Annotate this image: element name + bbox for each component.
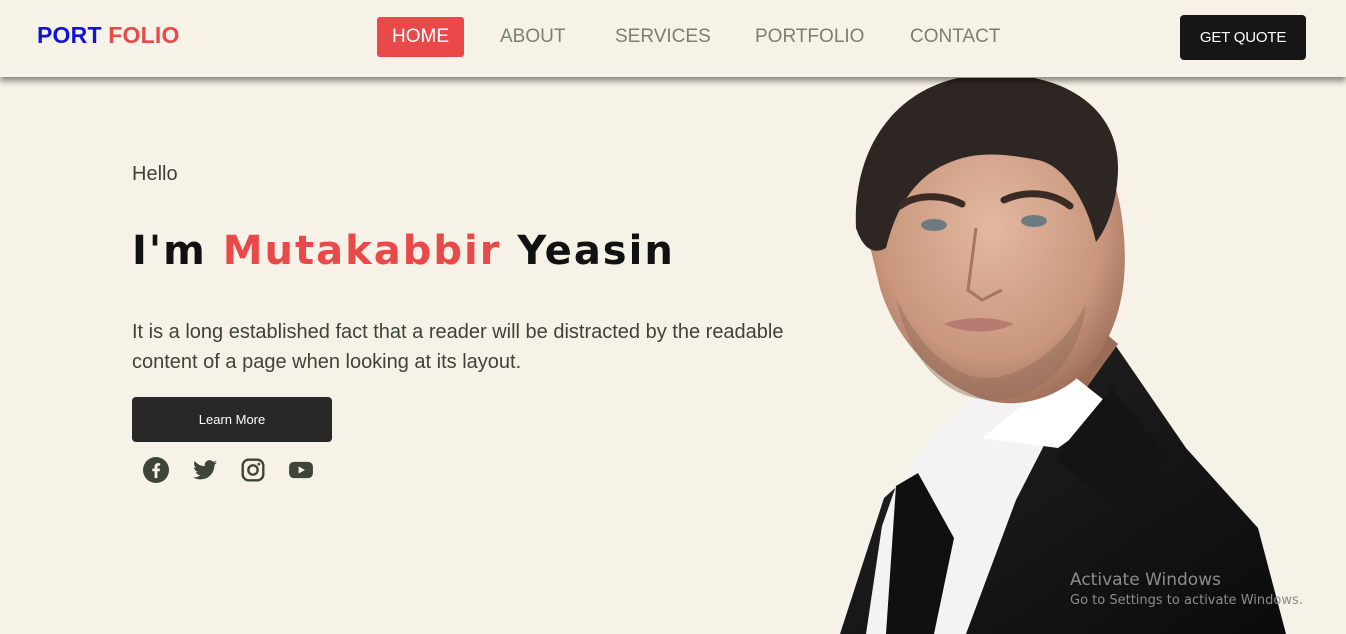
watermark-title: Activate Windows bbox=[1070, 570, 1221, 590]
learn-more-button[interactable]: Learn More bbox=[132, 397, 332, 442]
nav-portfolio[interactable]: PORTFOLIO bbox=[755, 17, 864, 57]
logo-part-2: FOLIO bbox=[108, 22, 180, 48]
headline-last-name: Yeasin bbox=[517, 228, 675, 274]
logo[interactable]: PORT FOLIO bbox=[37, 22, 180, 49]
facebook-icon[interactable] bbox=[143, 457, 169, 483]
nav-contact[interactable]: CONTACT bbox=[910, 17, 1000, 57]
headline-first-name: Mutakabbir bbox=[222, 228, 502, 274]
portrait-photo bbox=[826, 78, 1296, 634]
watermark-subtitle: Go to Settings to activate Windows. bbox=[1070, 593, 1303, 608]
logo-part-1: PORT bbox=[37, 22, 102, 48]
nav-home[interactable]: HOME bbox=[377, 17, 464, 57]
headline-prefix: I'm bbox=[132, 228, 207, 274]
instagram-icon[interactable] bbox=[240, 457, 266, 483]
hero-description: It is a long established fact that a rea… bbox=[132, 321, 784, 373]
get-quote-button[interactable]: GET QUOTE bbox=[1180, 15, 1306, 60]
twitter-icon[interactable] bbox=[192, 457, 218, 483]
nav-services[interactable]: SERVICES bbox=[615, 17, 711, 57]
hero-headline: I'm Mutakabbir Yeasin bbox=[132, 228, 675, 274]
nav-about[interactable]: ABOUT bbox=[500, 17, 565, 57]
youtube-icon[interactable] bbox=[288, 457, 314, 483]
windows-activation-watermark: Activate Windows Go to Settings to activ… bbox=[1070, 570, 1303, 608]
navbar: PORT FOLIO HOME ABOUT SERVICES PORTFOLIO… bbox=[0, 0, 1346, 77]
hero-greeting: Hello bbox=[132, 163, 178, 185]
